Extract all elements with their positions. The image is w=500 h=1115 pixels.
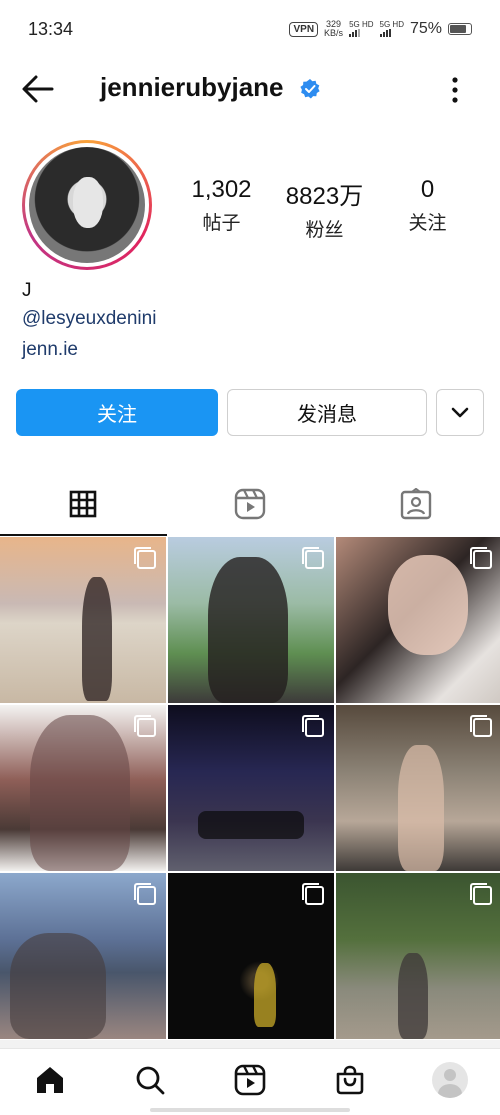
post-grid [0,537,500,1040]
network-speed: 329 KB/s [324,20,343,38]
post-thumbnail[interactable] [168,705,334,871]
search-icon [136,1066,165,1095]
reels-icon [234,1064,266,1096]
profile-bio: J @lesyeuxdenini jenn.ie [22,280,156,366]
stat-followers[interactable]: 8823万 粉丝 [273,176,376,242]
nav-home[interactable] [0,1049,100,1111]
battery-icon [448,23,472,35]
tab-posts[interactable] [0,472,167,536]
multiple-photos-icon [470,715,492,737]
multiple-photos-icon [302,547,324,569]
multiple-photos-icon [470,883,492,905]
grid-overflow-strip [0,1040,500,1048]
stat-following[interactable]: 0 关注 [376,176,479,242]
profile-header: jennierubyjane [0,62,500,116]
post-thumbnail[interactable] [0,537,166,703]
chevron-down-icon [451,407,469,417]
tab-tagged[interactable] [333,472,500,536]
status-bar: 13:34 VPN 329 KB/s 5G HD 5G HD 75% [0,0,500,58]
bio-mention-link[interactable]: jenn.ie [22,339,156,366]
stat-posts-count: 1,302 [191,176,252,203]
post-thumbnail[interactable] [336,873,500,1039]
multiple-photos-icon [302,715,324,737]
post-thumbnail[interactable] [336,705,500,871]
signal-bars-icon [379,29,404,37]
nav-profile[interactable] [400,1049,500,1111]
multiple-photos-icon [302,883,324,905]
stat-following-count: 0 [420,176,435,203]
signal-1-label: 5G HD [349,20,374,29]
signal-1: 5G HD [349,20,374,37]
tab-reels[interactable] [167,472,334,536]
post-thumbnail[interactable] [168,873,334,1039]
profile-username: jennierubyjane [100,72,284,102]
nav-reels[interactable] [200,1049,300,1111]
reels-icon [234,488,266,520]
stat-followers-count: 8823万 [285,183,364,210]
bio-mention-link[interactable]: @lesyeuxdenini [22,308,156,335]
suggested-accounts-button[interactable] [436,389,484,436]
post-thumbnail[interactable] [336,537,500,703]
network-speed-unit: KB/s [324,28,344,38]
bio-name: J [22,280,32,301]
more-options-button[interactable] [440,74,470,106]
post-thumbnail[interactable] [0,873,166,1039]
home-indicator [150,1108,350,1112]
nav-shop[interactable] [300,1049,400,1111]
post-thumbnail[interactable] [168,537,334,703]
stat-posts[interactable]: 1,302 帖子 [170,176,273,242]
profile-stats: 1,302 帖子 8823万 粉丝 0 关注 [170,176,480,242]
signal-2-label: 5G HD [379,20,404,29]
profile-avatar-icon [432,1062,468,1098]
profile-tabs [0,472,500,536]
status-time: 13:34 [28,18,74,39]
stat-following-label: 关注 [408,212,447,234]
multiple-photos-icon [134,715,156,737]
tagged-person-icon [401,488,432,520]
status-indicators: VPN 329 KB/s 5G HD 5G HD 75% [289,20,472,38]
more-vertical-icon [452,77,458,103]
stat-followers-label: 粉丝 [305,219,344,241]
shopping-bag-icon [336,1065,364,1095]
post-thumbnail[interactable] [0,705,166,871]
signal-bars-icon [349,29,373,37]
verified-badge-icon [300,79,320,99]
follow-button[interactable]: 关注 [16,389,218,436]
back-arrow-icon [22,75,54,103]
stat-posts-label: 帖子 [202,212,241,234]
home-icon [37,1067,63,1093]
multiple-photos-icon [470,547,492,569]
bottom-navigation [0,1048,500,1115]
back-button[interactable] [18,72,58,106]
signal-2: 5G HD [379,20,404,37]
grid-icon [69,490,97,518]
multiple-photos-icon [134,883,156,905]
vpn-badge: VPN [289,21,319,37]
nav-search[interactable] [100,1049,200,1111]
battery-percent: 75% [409,20,442,37]
multiple-photos-icon [134,547,156,569]
avatar-photo [29,147,145,263]
profile-avatar[interactable] [22,140,152,270]
message-button[interactable]: 发消息 [227,389,427,436]
